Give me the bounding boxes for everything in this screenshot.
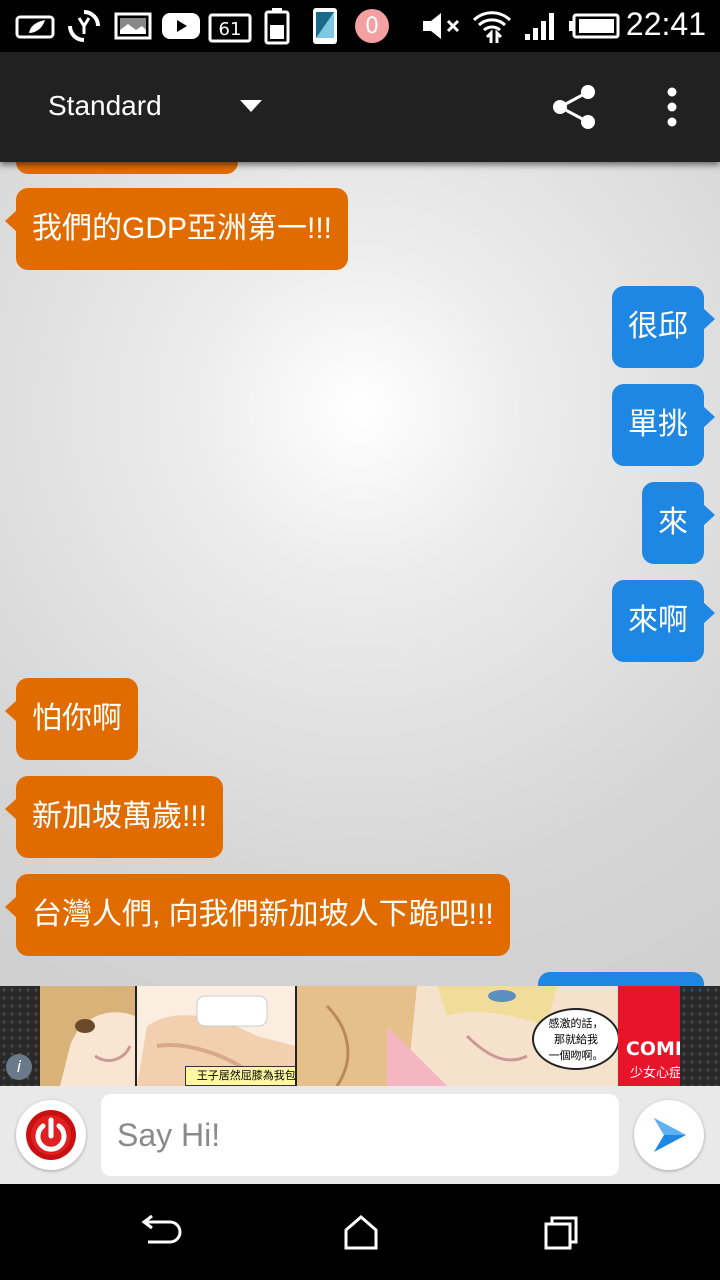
message-input[interactable] <box>101 1094 619 1176</box>
share-icon[interactable] <box>550 82 600 132</box>
message-input-bar <box>0 1086 720 1184</box>
chat-bubble-right: 來啊 <box>612 580 715 662</box>
ad-panel-image <box>40 986 135 1086</box>
chat-bubble-left: 台灣人們, 向我們新加坡人下跪吧!!! <box>5 874 510 956</box>
status-bar: 61 0 22:41 <box>0 0 720 52</box>
ad-creative-image[interactable]: 王子居然屈膝為我包紮! 感激的話， 那就給我 一個吻啊。 COMICO 少女心症… <box>40 986 680 1086</box>
chat-bubble-left: 怕你啊 <box>5 678 138 760</box>
phone-icon <box>308 8 342 44</box>
send-arrow-icon <box>641 1107 697 1163</box>
more-vert-icon[interactable] <box>652 82 692 132</box>
image-icon <box>112 8 154 44</box>
signal-icon <box>520 8 560 44</box>
chat-bubble-right: 很邱 <box>612 286 715 368</box>
svg-text:61: 61 <box>219 19 242 40</box>
ad-speech-bubble: 感激的話， 那就給我 一個吻啊。 <box>532 1008 620 1070</box>
app-toolbar: Standard <box>0 52 720 162</box>
wifi-icon <box>470 8 514 44</box>
chat-bubble-left: 我們的GDP亞洲第一!!! <box>4 188 349 270</box>
chat-message-list[interactable]: 我們的GDP亞洲第一!!! 很邱 單挑 來 來啊 怕你啊 新加坡萬歲!!! 台灣… <box>0 162 720 986</box>
chat-bubble-right: 單挑 <box>612 384 715 466</box>
system-nav-bar <box>0 1184 720 1280</box>
home-icon[interactable] <box>336 1212 386 1252</box>
leaf-icon <box>14 8 58 44</box>
chat-bubble-right: 來 <box>642 482 715 564</box>
chat-bubble-partial <box>538 972 704 986</box>
disconnect-button[interactable] <box>16 1100 86 1170</box>
battery-small-icon <box>260 8 294 45</box>
youtube-icon <box>160 8 202 44</box>
dropdown-caret-icon[interactable] <box>240 100 262 112</box>
ad-brand-logo: COMICO 少女心症候群 <box>618 986 680 1086</box>
chat-bubble-left: 新加坡萬歲!!! <box>4 776 224 858</box>
sync-icon <box>64 8 104 44</box>
ad-banner[interactable]: 王子居然屈膝為我包紮! 感激的話， 那就給我 一個吻啊。 COMICO 少女心症… <box>0 986 720 1086</box>
badge-icon: 0 <box>352 8 392 44</box>
chat-bubble-partial <box>16 162 238 174</box>
send-button[interactable] <box>634 1100 704 1170</box>
ad-info-icon[interactable]: i <box>6 1054 32 1080</box>
mute-icon <box>420 8 464 44</box>
mode-selector-label[interactable]: Standard <box>48 90 162 122</box>
battery-icon <box>568 8 622 44</box>
notification-count-icon: 61 <box>208 8 252 44</box>
clock-time: 22:41 <box>625 6 706 42</box>
power-icon <box>26 1110 76 1160</box>
back-icon[interactable] <box>134 1212 184 1252</box>
recents-icon[interactable] <box>536 1212 586 1252</box>
